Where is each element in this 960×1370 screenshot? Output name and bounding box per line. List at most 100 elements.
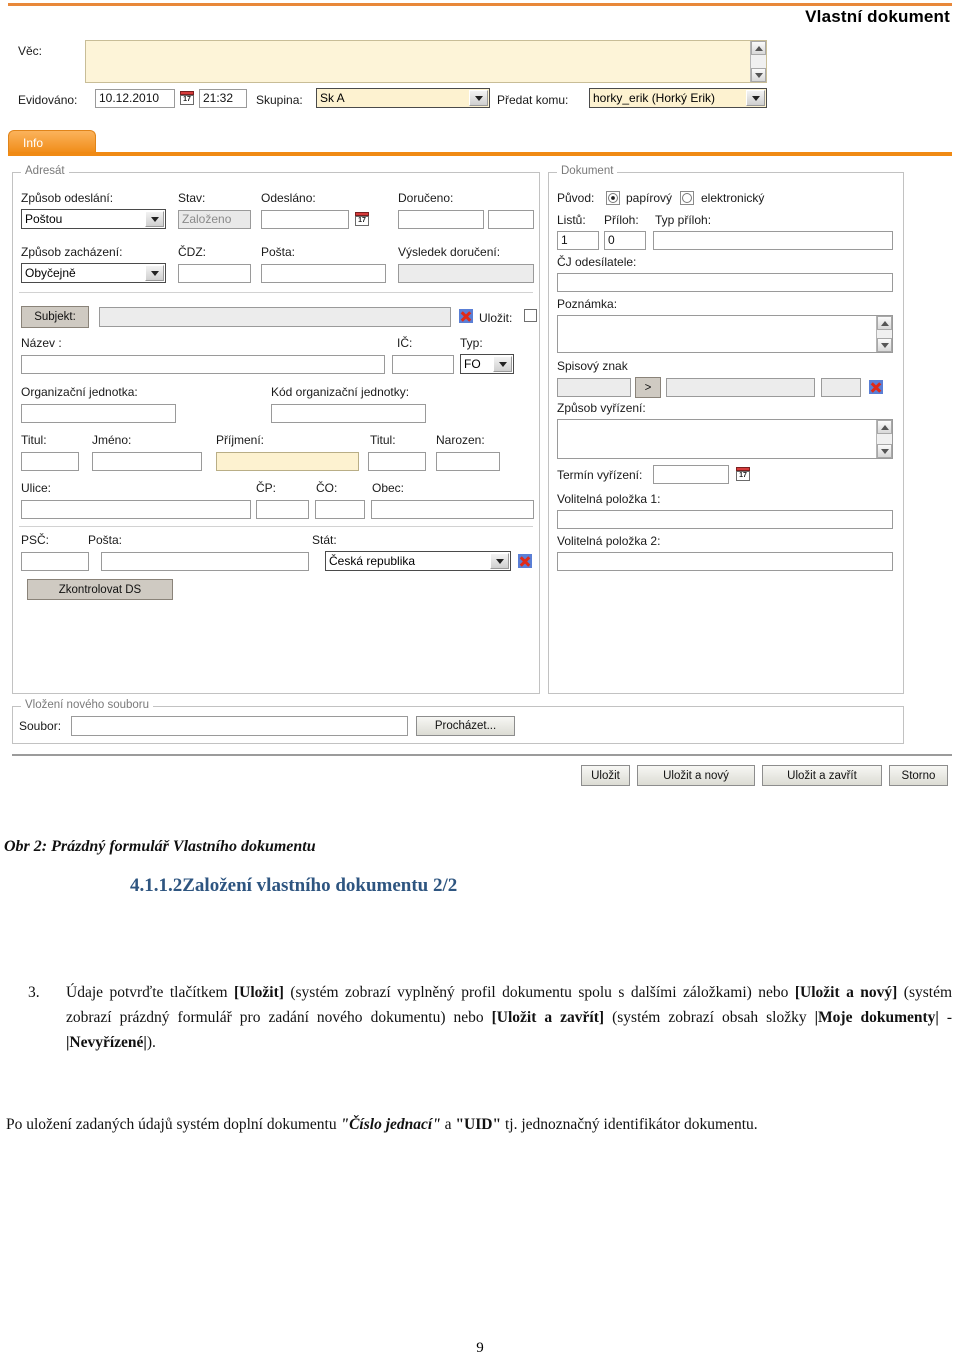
- scroll-down-icon[interactable]: [751, 68, 766, 82]
- p1-bold-ulozit: [Uložit]: [233, 984, 284, 1001]
- optional2-input[interactable]: [557, 552, 893, 571]
- delivered-input-2[interactable]: [488, 210, 534, 229]
- clear-subject-icon[interactable]: [459, 309, 473, 323]
- subject-search-input[interactable]: [99, 307, 451, 327]
- document-panel: Dokument Původ: papírový elektronický Li…: [548, 165, 904, 694]
- name-label: Název :: [21, 336, 62, 350]
- document-legend: Dokument: [557, 165, 618, 177]
- attachment-type-input[interactable]: [653, 231, 893, 250]
- p2-text-d: tj. jednoznačný identifikátor dokumentu.: [501, 1116, 758, 1133]
- calendar-icon[interactable]: 17: [736, 467, 750, 481]
- p2-bold-uid: "UID": [455, 1116, 502, 1133]
- handover-select-value: horky_erik (Horký Erik): [593, 91, 716, 105]
- type-select[interactable]: FO: [460, 354, 514, 374]
- browse-file-button[interactable]: Procházet...: [416, 716, 515, 736]
- check-ds-button[interactable]: Zkontrolovat DS: [27, 579, 173, 600]
- origin-radio-paper[interactable]: [606, 191, 620, 205]
- file-mark-browse-button[interactable]: >: [635, 377, 661, 398]
- document-text-region: Obr 2: Prázdný formulář Vlastního dokume…: [0, 800, 960, 1370]
- registered-time-input[interactable]: 21:32: [199, 89, 247, 108]
- subject-button[interactable]: Subjekt:: [21, 306, 89, 328]
- clear-file-mark-icon[interactable]: [869, 380, 883, 394]
- resolution-method-label: Způsob vyřízení:: [557, 401, 646, 415]
- registered-date-input[interactable]: 10.12.2010: [95, 89, 175, 108]
- application-screenshot: Vlastní dokument Věc: Evidováno: 10.12.2…: [0, 0, 960, 800]
- origin-radio-electronic[interactable]: [680, 191, 694, 205]
- org-unit-code-input[interactable]: [271, 404, 426, 423]
- note-scrollbar[interactable]: [876, 316, 892, 352]
- org-unit-input[interactable]: [21, 404, 176, 423]
- scroll-up-icon[interactable]: [751, 41, 766, 55]
- save-and-close-button[interactable]: Uložit a zavřít: [762, 765, 882, 786]
- delivered-label: Doručeno:: [398, 191, 454, 205]
- file-mark-browse-label: >: [644, 381, 652, 394]
- handover-select[interactable]: horky_erik (Horký Erik): [589, 88, 767, 108]
- scroll-up-icon[interactable]: [877, 420, 892, 434]
- delivered-input[interactable]: [398, 210, 484, 229]
- sent-input[interactable]: [261, 210, 349, 229]
- post-office-label: Pošta:: [88, 533, 123, 547]
- optional1-input[interactable]: [557, 510, 893, 529]
- attachments-input[interactable]: 0: [604, 231, 646, 250]
- note-textarea[interactable]: [557, 315, 893, 353]
- scroll-down-icon[interactable]: [877, 338, 892, 352]
- chevron-down-icon[interactable]: [490, 553, 509, 569]
- resolution-scrollbar[interactable]: [876, 420, 892, 458]
- scroll-up-icon[interactable]: [877, 316, 892, 330]
- handling-method-select[interactable]: Obyčejně: [21, 263, 166, 283]
- group-select-value: Sk A: [320, 91, 345, 105]
- clear-country-icon[interactable]: [518, 554, 532, 568]
- title-post-input[interactable]: [368, 452, 426, 471]
- group-select[interactable]: Sk A: [316, 88, 490, 108]
- handling-method-label: Způsob zacházení:: [21, 245, 123, 259]
- country-select-value: Česká republika: [329, 554, 416, 568]
- file-mark-input-3[interactable]: [821, 378, 861, 397]
- sheets-input[interactable]: 1: [557, 231, 599, 250]
- calendar-icon[interactable]: 17: [180, 91, 194, 105]
- chevron-down-icon[interactable]: [145, 265, 164, 281]
- sheets-label: Listů:: [557, 213, 586, 227]
- deadline-input[interactable]: [653, 465, 729, 484]
- city-label: Obec:: [372, 481, 405, 495]
- post-input[interactable]: [261, 264, 386, 283]
- chevron-down-icon[interactable]: [469, 90, 488, 106]
- co-input[interactable]: [315, 500, 365, 519]
- save-and-new-button[interactable]: Uložit a nový: [637, 765, 755, 786]
- country-select[interactable]: Česká republika: [325, 551, 511, 571]
- save-button[interactable]: Uložit: [581, 765, 630, 786]
- first-name-input[interactable]: [92, 452, 202, 471]
- born-input[interactable]: [436, 452, 500, 471]
- tab-info[interactable]: Info: [8, 130, 96, 154]
- chevron-down-icon[interactable]: [493, 356, 512, 372]
- scroll-down-icon[interactable]: [877, 444, 892, 458]
- city-input[interactable]: [371, 500, 534, 519]
- street-input[interactable]: [21, 500, 251, 519]
- cancel-button[interactable]: Storno: [889, 765, 948, 786]
- chevron-down-icon[interactable]: [145, 211, 164, 227]
- zip-input[interactable]: [21, 552, 89, 571]
- save-subject-checkbox[interactable]: [524, 309, 537, 322]
- post-office-input[interactable]: [101, 552, 309, 571]
- file-label: Soubor:: [19, 719, 62, 733]
- name-input[interactable]: [21, 355, 385, 374]
- subject-textarea[interactable]: [85, 40, 767, 83]
- calendar-icon[interactable]: 17: [355, 212, 369, 226]
- cp-input[interactable]: [256, 500, 309, 519]
- ico-input[interactable]: [392, 355, 454, 374]
- resolution-method-textarea[interactable]: [557, 419, 893, 459]
- file-input[interactable]: [71, 716, 408, 736]
- file-mark-input-2[interactable]: [666, 378, 815, 397]
- cdz-input[interactable]: [178, 264, 251, 283]
- attachment-type-label: Typ příloh:: [655, 213, 712, 227]
- send-method-select[interactable]: Poštou: [21, 209, 166, 229]
- p1-text-f: -: [938, 1009, 952, 1027]
- title-pre-input[interactable]: [21, 452, 79, 471]
- sender-ref-input[interactable]: [557, 273, 893, 292]
- first-name-label: Jméno:: [92, 433, 132, 447]
- chevron-down-icon[interactable]: [746, 90, 765, 106]
- org-unit-code-label: Kód organizační jednotky:: [271, 385, 410, 399]
- subject-scrollbar[interactable]: [750, 41, 766, 82]
- file-mark-input-1[interactable]: [557, 378, 631, 397]
- last-name-input[interactable]: [216, 452, 359, 471]
- state-label: Stav:: [178, 191, 206, 205]
